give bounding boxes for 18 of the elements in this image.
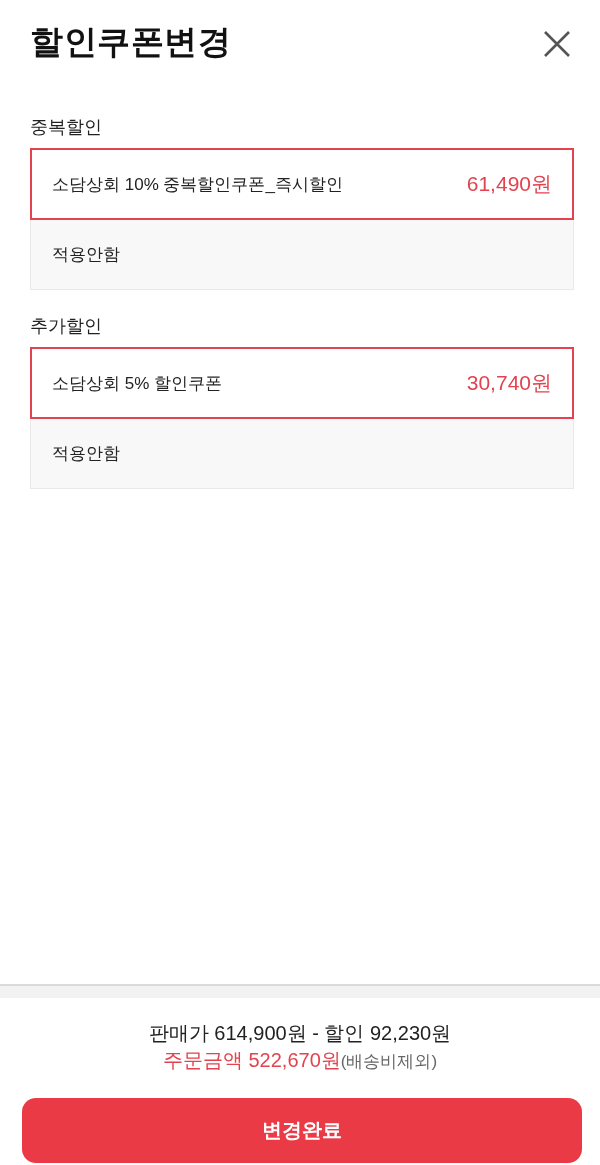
- coupon-option[interactable]: 소담상회 10% 중복할인쿠폰_즉시할인 61,490원: [30, 148, 574, 220]
- coupon-name: 적용안함: [52, 443, 120, 465]
- coupon-option[interactable]: 적용안함: [30, 220, 574, 290]
- coupon-name: 소담상회 5% 할인쿠폰: [52, 372, 223, 395]
- section-label: 중복할인: [30, 116, 102, 138]
- section-label: 추가할인: [30, 315, 102, 337]
- confirm-button[interactable]: 변경완료: [22, 1098, 582, 1163]
- discount-amount: 61,490원: [466, 171, 552, 197]
- coupon-option[interactable]: 적용안함: [30, 419, 574, 489]
- discount-amount: 30,740원: [466, 370, 552, 396]
- shipping-note: (배송비제외): [340, 1051, 438, 1073]
- coupon-name: 적용안함: [52, 244, 120, 266]
- price-summary: 판매가 614,900원 - 할인 92,230원: [148, 1021, 452, 1046]
- close-icon[interactable]: [544, 30, 570, 57]
- coupon-name: 소담상회 10% 중복할인쿠폰_즉시할인: [52, 173, 343, 196]
- order-total: 주문금액 522,670원: [162, 1048, 341, 1073]
- coupon-option[interactable]: 소담상회 5% 할인쿠폰 30,740원: [30, 347, 574, 419]
- dialog-title: 할인쿠폰변경: [30, 22, 231, 62]
